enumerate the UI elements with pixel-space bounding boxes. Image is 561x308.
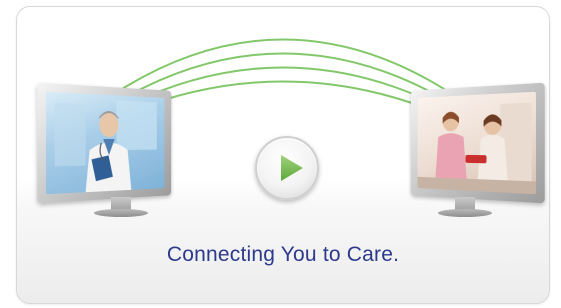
doctor-image <box>46 91 165 195</box>
monitor-stand-base <box>94 209 148 217</box>
monitor-doctor <box>37 82 179 217</box>
clinic-image <box>417 91 536 195</box>
play-icon <box>281 155 303 181</box>
doctor-illustration <box>54 100 157 193</box>
monitor-stand-base <box>438 209 492 217</box>
monitor-bezel <box>37 82 172 204</box>
monitor-bezel <box>410 82 545 204</box>
clinic-illustration <box>417 102 536 195</box>
tagline: Connecting You to Care. <box>166 243 400 266</box>
monitor-clinic <box>403 82 545 217</box>
play-video-button[interactable] <box>255 136 319 200</box>
hero-banner: Connecting You to Care. <box>16 6 550 304</box>
